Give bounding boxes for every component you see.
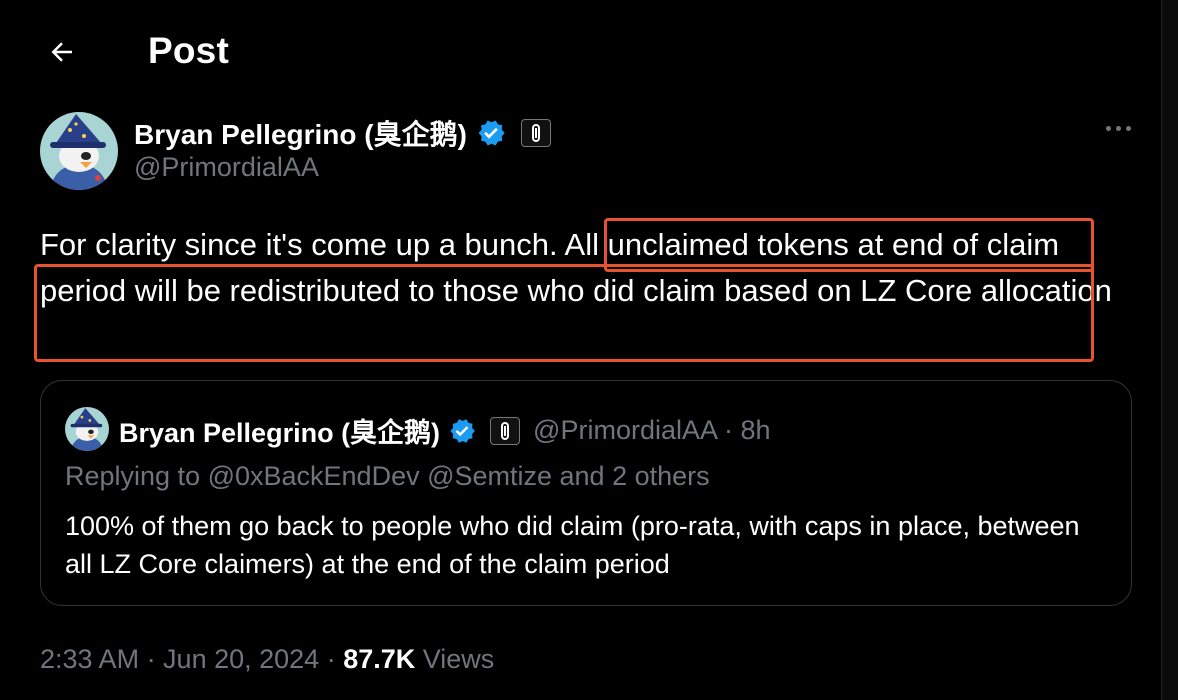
more-options-button[interactable] [1096, 112, 1140, 144]
tweet-text: For clarity since it's come up a bunch. … [40, 222, 1120, 314]
dot-icon [1115, 125, 1121, 131]
tweet-text-intro: For clarity since it's come up a bunch. [40, 227, 565, 262]
avatar[interactable] [40, 112, 118, 190]
back-button[interactable] [40, 30, 84, 74]
author-handle[interactable]: @PrimordialAA [134, 152, 319, 183]
views-label: Views [415, 644, 495, 674]
post-header: Post [0, 0, 1160, 110]
quoted-avatar[interactable] [65, 407, 109, 451]
quoted-text: 100% of them go back to people who did c… [65, 511, 1080, 579]
dot-icon [1125, 125, 1131, 131]
quoted-post[interactable]: Bryan Pellegrino (臭企鹅) @PrimordialAA · 8… [40, 380, 1132, 606]
author-name-row: Bryan Pellegrino (臭企鹅) [134, 113, 551, 153]
quoted-header: Bryan Pellegrino (臭企鹅) @PrimordialAA · 8… [119, 411, 771, 450]
dot-icon [1105, 125, 1111, 131]
avatar-penguin-wizard-icon [40, 112, 118, 190]
window-edge [1161, 0, 1178, 700]
avatar-penguin-wizard-icon [65, 407, 109, 451]
replying-to: Replying to @0xBackEndDev @Semtize and 2… [65, 461, 710, 491]
author-name[interactable]: Bryan Pellegrino (臭企鹅) [134, 113, 467, 153]
layerzero-icon[interactable] [520, 119, 551, 147]
post-timestamp[interactable]: 2:33 AM · Jun 20, 2024 · [40, 644, 343, 674]
post-meta: 2:33 AM · Jun 20, 2024 · 87.7K Views [40, 644, 494, 675]
views-count: 87.7K [343, 644, 416, 674]
arrow-left-icon [51, 42, 72, 62]
quoted-handle-time: @PrimordialAA · 8h [533, 415, 771, 445]
verified-badge-icon [450, 418, 475, 443]
verified-badge-icon [478, 120, 505, 146]
page-title: Post [148, 30, 229, 71]
quoted-author-name[interactable]: Bryan Pellegrino (臭企鹅) [119, 411, 440, 450]
layerzero-icon [490, 416, 521, 445]
